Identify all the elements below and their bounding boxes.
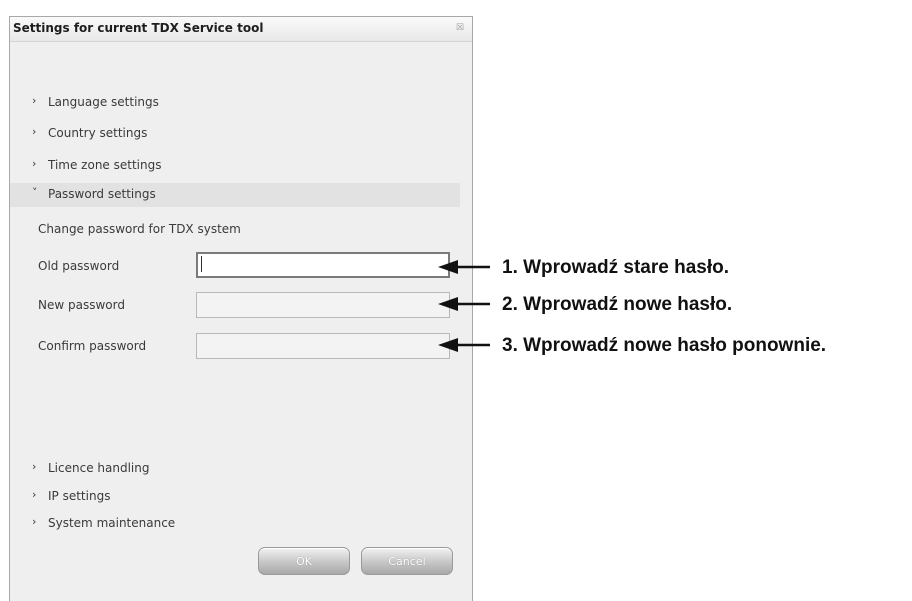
- section-country-settings[interactable]: › Country settings: [10, 122, 460, 144]
- section-password-settings[interactable]: ˅ Password settings: [10, 183, 460, 207]
- title-bar: Settings for current TDX Service tool ☒: [10, 17, 472, 42]
- chevron-right-icon: ›: [32, 94, 37, 107]
- section-language-settings[interactable]: › Language settings: [10, 91, 460, 113]
- section-label: Licence handling: [48, 461, 150, 475]
- new-password-input[interactable]: [196, 292, 450, 318]
- section-ip-settings[interactable]: › IP settings: [10, 485, 460, 507]
- section-label: System maintenance: [48, 516, 176, 530]
- chevron-right-icon: ›: [32, 460, 37, 473]
- chevron-right-icon: ›: [32, 125, 37, 138]
- section-time-zone-settings[interactable]: › Time zone settings: [10, 154, 460, 176]
- section-label: Language settings: [48, 95, 159, 109]
- cancel-button[interactable]: Cancel: [361, 547, 453, 575]
- new-password-label: New password: [38, 298, 125, 312]
- close-icon[interactable]: ☒: [456, 24, 464, 33]
- chevron-right-icon: ›: [32, 157, 37, 170]
- chevron-right-icon: ›: [32, 515, 37, 528]
- section-system-maintenance[interactable]: › System maintenance: [10, 512, 460, 534]
- section-label: Password settings: [48, 187, 156, 201]
- annotation-step-1: 1. Wprowadź stare hasło.: [502, 257, 729, 278]
- confirm-password-input[interactable]: [196, 333, 450, 359]
- section-label: IP settings: [48, 489, 111, 503]
- annotation-step-3: 3. Wprowadź nowe hasło ponownie.: [502, 335, 827, 356]
- section-licence-handling[interactable]: › Licence handling: [10, 457, 460, 479]
- confirm-password-label: Confirm password: [38, 339, 147, 353]
- password-panel-heading: Change password for TDX system: [38, 222, 241, 236]
- chevron-right-icon: ›: [32, 488, 37, 501]
- settings-dialog: Settings for current TDX Service tool ☒ …: [9, 16, 473, 601]
- old-password-input[interactable]: [196, 252, 450, 278]
- annotation-step-2: 2. Wprowadź nowe hasło.: [502, 294, 733, 315]
- section-label: Country settings: [48, 126, 148, 140]
- section-label: Time zone settings: [48, 158, 162, 172]
- text-cursor: [201, 256, 202, 272]
- old-password-label: Old password: [38, 259, 120, 273]
- dialog-title: Settings for current TDX Service tool: [13, 21, 264, 35]
- ok-button[interactable]: OK: [258, 547, 350, 575]
- chevron-down-icon: ˅: [32, 186, 38, 199]
